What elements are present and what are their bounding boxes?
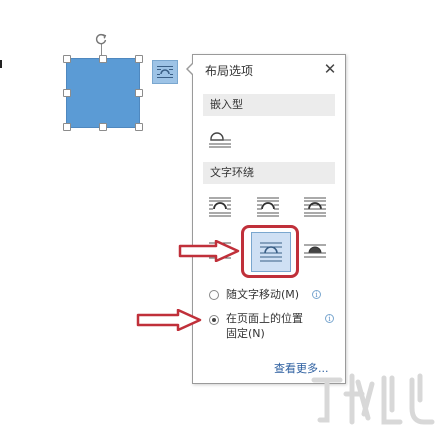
right-arrow-icon — [136, 309, 202, 331]
radio-move-with-text-label: 随文字移动(M) — [226, 288, 300, 301]
resize-handle-top[interactable] — [99, 55, 107, 63]
info-icon[interactable]: i — [325, 314, 334, 323]
right-arrow-icon — [178, 240, 240, 262]
layout-options-button[interactable] — [152, 60, 178, 84]
square-wrap-icon[interactable] — [207, 196, 233, 218]
resize-handle-top-right[interactable] — [135, 55, 143, 63]
text-cursor — [0, 60, 2, 68]
resize-handle-left[interactable] — [63, 89, 71, 97]
panel-pointer-fill — [188, 63, 194, 75]
highlight-outline — [241, 225, 299, 278]
info-icon[interactable]: i — [312, 290, 321, 299]
resize-handle-top-left[interactable] — [63, 55, 71, 63]
resize-handle-right[interactable] — [135, 89, 143, 97]
layout-options-icon — [157, 66, 173, 78]
section-wrap-header: 文字环绕 — [203, 162, 335, 184]
radio-move-with-text[interactable] — [209, 290, 219, 300]
through-wrap-icon[interactable] — [302, 196, 328, 218]
watermark-logo — [311, 373, 435, 425]
radio-fixed-position[interactable] — [209, 315, 219, 325]
resize-handle-bottom-right[interactable] — [135, 123, 143, 131]
section-inline-header: 嵌入型 — [203, 94, 335, 116]
tight-wrap-icon[interactable] — [255, 196, 281, 218]
resize-handle-bottom[interactable] — [99, 123, 107, 131]
close-icon[interactable]: ✕ — [322, 60, 338, 78]
resize-handle-bottom-left[interactable] — [63, 123, 71, 131]
panel-title: 布局选项 — [205, 64, 254, 78]
radio-fixed-position-label-line2: 固定(N) — [226, 327, 265, 340]
inline-layout-icon[interactable] — [207, 128, 233, 150]
rotate-handle-icon[interactable] — [94, 32, 108, 46]
in-front-of-text-icon[interactable] — [302, 240, 328, 262]
selected-shape[interactable] — [66, 58, 140, 128]
radio-fixed-position-label-line1: 在页面上的位置 — [226, 312, 303, 325]
